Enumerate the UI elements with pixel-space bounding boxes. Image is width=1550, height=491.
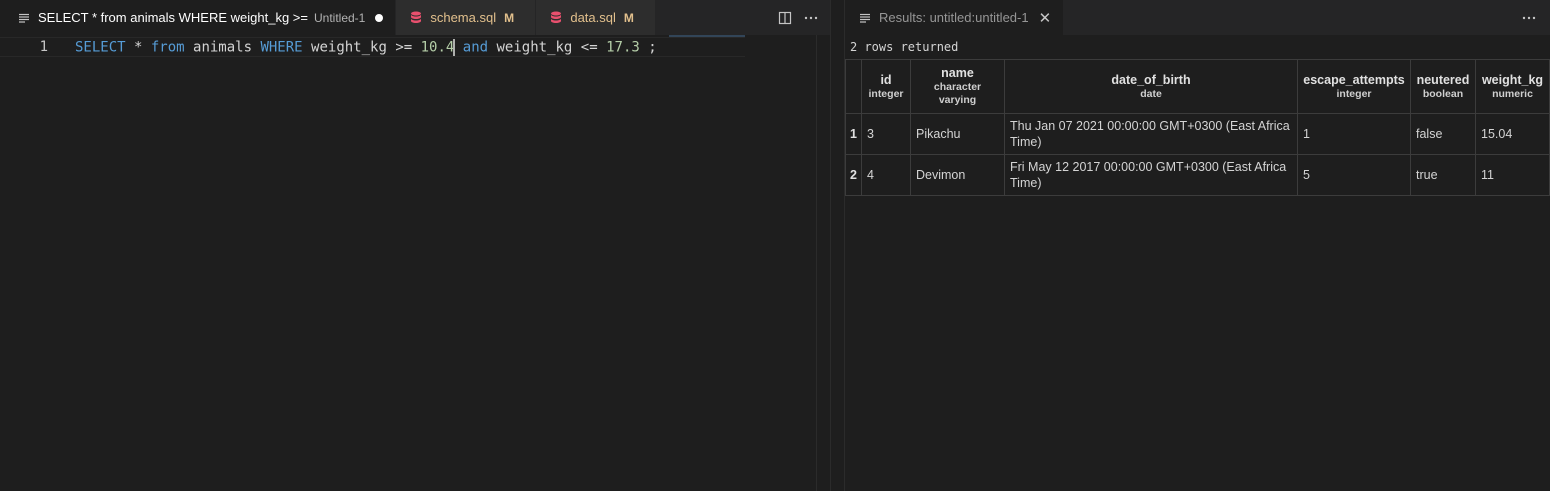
unsaved-dot-icon[interactable] (375, 13, 384, 22)
text-token: weight_kg <= (488, 39, 607, 55)
text-token: ; (639, 39, 657, 55)
column-type: boolean (1422, 87, 1464, 100)
column-type: integer (868, 87, 904, 100)
tab-label: data.sql (570, 10, 616, 25)
table-cell[interactable]: 15.04 (1475, 113, 1550, 155)
results-table: id integer name character varying date_of_… (845, 59, 1550, 196)
code-editor[interactable]: 1 SELECT * from animals WHERE weight_kg … (0, 35, 830, 491)
table-header-row: id integer name character varying date_of_… (845, 59, 1550, 114)
sql-query-text[interactable]: SELECT * from animals WHERE weight_kg >=… (75, 38, 657, 56)
database-icon (410, 11, 424, 24)
tab-description: Untitled-1 (313, 10, 366, 25)
row-number-header (845, 59, 862, 114)
column-name: escape_attempts (1303, 72, 1405, 87)
table-cell[interactable]: 1 (1297, 113, 1411, 155)
column-header-date-of-birth[interactable]: date_of_birth date (1004, 59, 1298, 114)
tab-schema-sql[interactable]: schema.sql M (396, 0, 537, 35)
text-token: animals (184, 39, 261, 55)
text-token: weight_kg >= (302, 39, 421, 55)
column-type: integer (1336, 87, 1372, 100)
tab-label: SELECT * from animals WHERE weight_kg >= (38, 10, 308, 25)
number-token: 10.4 (420, 39, 455, 55)
text-lines-icon (18, 12, 32, 24)
git-modified-badge: M (504, 10, 515, 25)
keyword-token: and (462, 39, 489, 55)
row-number: 1 (845, 113, 862, 155)
editor-group: SELECT * from animals WHERE weight_kg >=… (0, 0, 831, 491)
column-header-escape-attempts[interactable]: escape_attempts integer (1297, 59, 1411, 114)
line-number: 1 (39, 39, 48, 55)
row-number: 2 (845, 154, 862, 196)
results-tabbar: Results: untitled:untitled-1 ✕ (845, 0, 1550, 35)
column-name: weight_kg (1481, 72, 1544, 87)
database-icon (550, 11, 564, 24)
column-header-id[interactable]: id integer (861, 59, 911, 114)
editor-split-sash[interactable] (831, 0, 845, 491)
more-actions-icon[interactable] (1516, 5, 1542, 31)
column-name: name (941, 66, 974, 80)
results-group: Results: untitled:untitled-1 ✕ 2 rows re… (845, 0, 1550, 491)
table-cell[interactable]: true (1410, 154, 1476, 196)
tab-results[interactable]: Results: untitled:untitled-1 ✕ (845, 0, 1064, 35)
column-header-name[interactable]: name character varying (910, 59, 1005, 114)
column-name: id (880, 72, 892, 87)
editor-tabbar: SELECT * from animals WHERE weight_kg >=… (0, 0, 830, 35)
table-cell[interactable]: false (1410, 113, 1476, 155)
code-line-1[interactable]: 1 SELECT * from animals WHERE weight_kg … (0, 37, 745, 57)
table-cell[interactable]: 11 (1475, 154, 1550, 196)
text-lines-icon (859, 12, 873, 24)
column-header-weight-kg[interactable]: weight_kg numeric (1475, 59, 1550, 114)
keyword-token: WHERE (260, 39, 303, 55)
column-type: date (1140, 87, 1162, 100)
table-row[interactable]: 1 3 Pikachu Thu Jan 07 2021 00:00:00 GMT… (845, 113, 1550, 155)
column-type: character varying (933, 81, 982, 106)
keyword-token: from (150, 39, 185, 55)
git-modified-badge: M (623, 10, 634, 25)
split-editor-icon[interactable] (772, 5, 798, 31)
tab-untitled-query[interactable]: SELECT * from animals WHERE weight_kg >=… (0, 0, 397, 35)
tab-label: Results: untitled:untitled-1 (879, 10, 1029, 25)
column-name: date_of_birth (1111, 72, 1191, 87)
more-actions-icon[interactable] (798, 5, 824, 31)
text-token: * (125, 39, 151, 55)
table-cell[interactable]: Thu Jan 07 2021 00:00:00 GMT+0300 (East … (1004, 113, 1298, 155)
column-name: neutered (1416, 72, 1470, 87)
editor-actions (772, 0, 830, 35)
table-cell[interactable]: Pikachu (910, 113, 1005, 155)
table-cell[interactable]: Fri May 12 2017 00:00:00 GMT+0300 (East … (1004, 154, 1298, 196)
vertical-scrollbar[interactable] (816, 35, 830, 491)
tab-data-sql[interactable]: data.sql M (536, 0, 657, 35)
table-cell[interactable]: 4 (861, 154, 911, 196)
table-row[interactable]: 2 4 Devimon Fri May 12 2017 00:00:00 GMT… (845, 154, 1550, 196)
column-header-neutered[interactable]: neutered boolean (1410, 59, 1476, 114)
column-type: numeric (1492, 87, 1533, 100)
table-cell[interactable]: 3 (861, 113, 911, 155)
keyword-token: SELECT (75, 39, 126, 55)
number-token: 17.3 (606, 39, 640, 55)
rows-returned-status: 2 rows returned (850, 40, 959, 54)
table-cell[interactable]: 5 (1297, 154, 1411, 196)
workbench: SELECT * from animals WHERE weight_kg >=… (0, 0, 1550, 491)
results-actions (1516, 0, 1542, 35)
close-icon[interactable]: ✕ (1039, 9, 1052, 27)
tab-label: schema.sql (430, 10, 497, 25)
table-cell[interactable]: Devimon (910, 154, 1005, 196)
